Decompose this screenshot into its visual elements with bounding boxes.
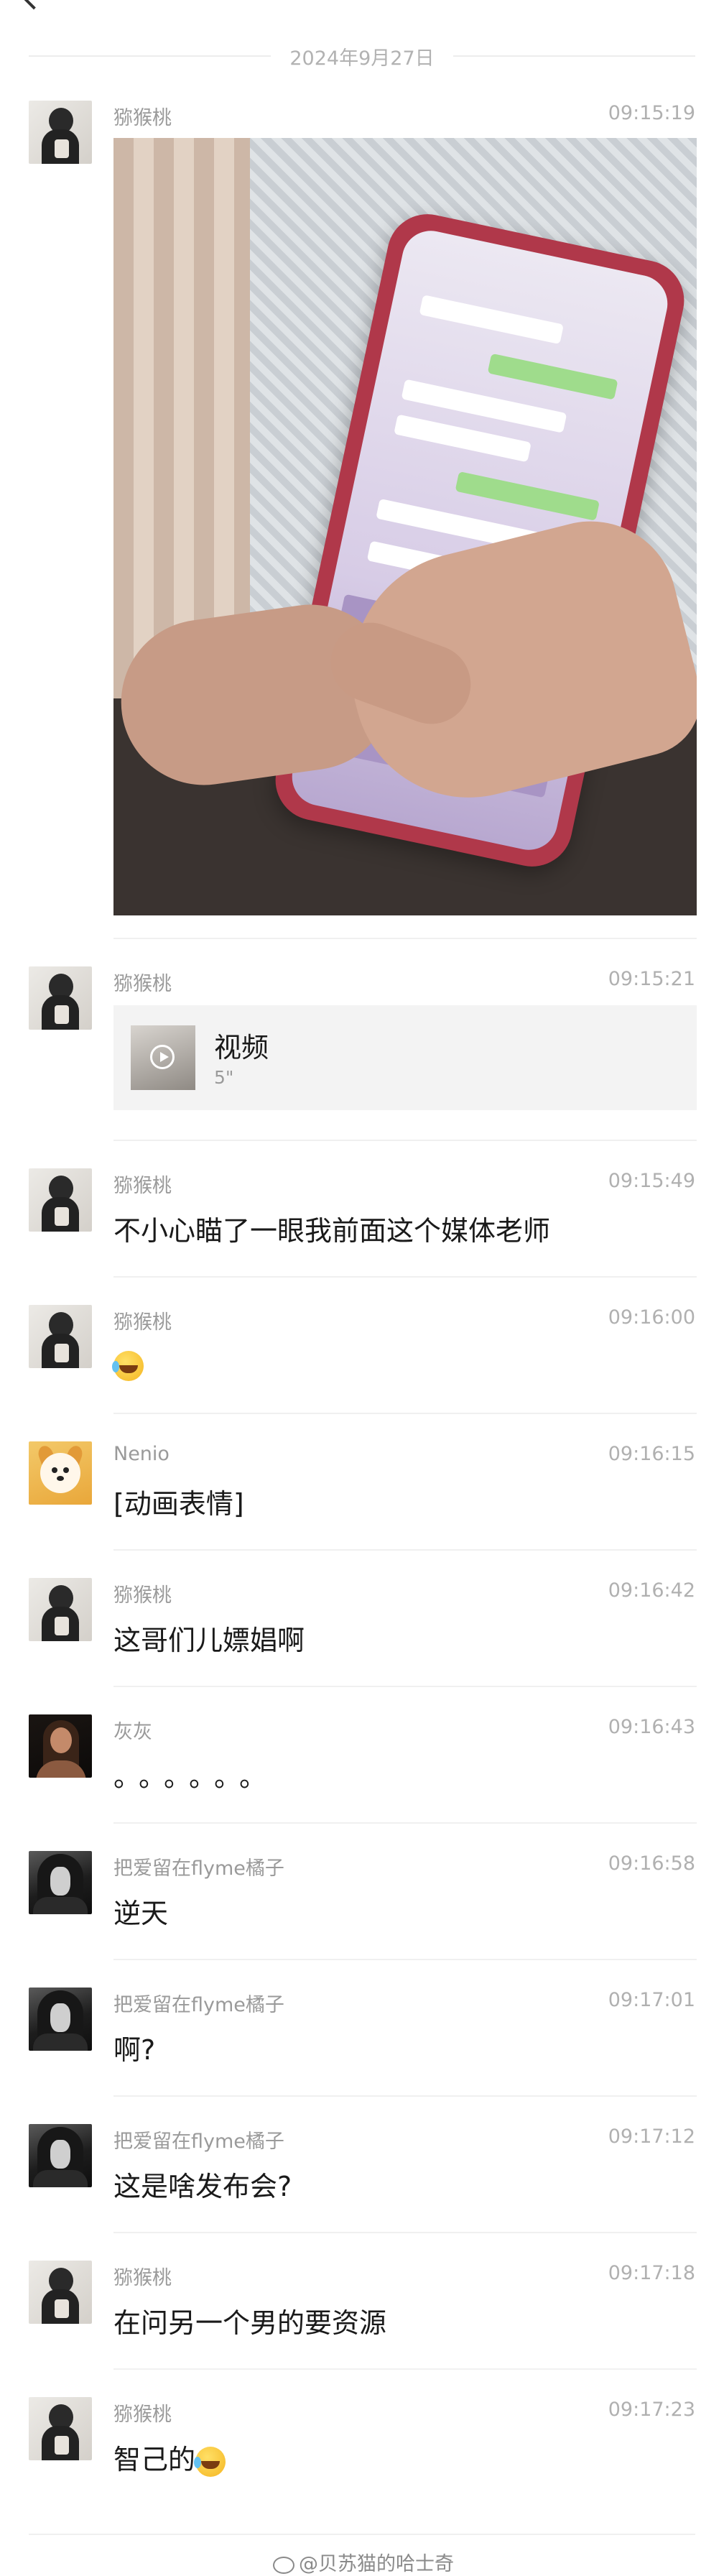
message-item: 把爱留在flyme橘子 09:17:12 这是啥发布会?: [0, 2095, 724, 2232]
message-time: 09:16:42: [608, 1579, 695, 1602]
back-icon[interactable]: [20, 0, 47, 10]
message-time: 09:15:21: [608, 968, 695, 990]
sender-name: Nenio: [113, 1443, 170, 1465]
message-text: 在问另一个男的要资源: [113, 2307, 387, 2339]
date-label: 2024年9月27日: [289, 47, 435, 70]
message-text: 这哥们儿嫖娼啊: [113, 1625, 305, 1656]
message-time: 09:16:00: [608, 1306, 695, 1329]
message-text: [112, 1348, 144, 1381]
sender-name: 猕猴桃: [113, 1175, 172, 1197]
avatar[interactable]: [29, 1168, 92, 1232]
message-time: 09:15:49: [608, 1170, 695, 1192]
divider: [29, 2534, 695, 2535]
video-card[interactable]: 视频 5": [113, 1005, 697, 1110]
play-icon: [150, 1045, 175, 1069]
message-text: 。。。。。。: [113, 1761, 279, 1793]
message-text: 智己的: [113, 2437, 226, 2477]
message-time: 09:17:23: [608, 2399, 695, 2421]
message-text-content: 智己的: [113, 2444, 196, 2475]
avatar[interactable]: [29, 1851, 92, 1914]
sender-name: 把爱留在flyme橘子: [113, 1994, 284, 2016]
sender-name: 猕猴桃: [113, 2404, 172, 2426]
weibo-icon: [273, 2556, 294, 2574]
message-time: 09:16:43: [608, 1716, 695, 1738]
avatar[interactable]: [29, 966, 92, 1030]
message-item: 把爱留在flyme橘子 09:17:01 啊?: [0, 1959, 724, 2095]
message-item: 猕猴桃 09:15:19: [0, 93, 724, 927]
avatar[interactable]: [29, 1441, 92, 1505]
message-text: [动画表情]: [113, 1488, 244, 1520]
avatar[interactable]: [29, 2397, 92, 2460]
sender-name: 把爱留在flyme橘子: [113, 1857, 284, 1880]
avatar[interactable]: [29, 1988, 92, 2051]
sender-name: 把爱留在flyme橘子: [113, 2130, 284, 2153]
message-item: 猕猴桃 09:15:21 视频 5": [0, 938, 724, 1125]
laugh-cry-emoji-icon: [112, 1350, 144, 1381]
message-item: 猕猴桃 09:17:23 智己的: [0, 2368, 724, 2512]
message-text: 这是啥发布会?: [113, 2171, 292, 2202]
message-item: 猕猴桃 09:17:18 在问另一个男的要资源: [0, 2232, 724, 2368]
message-time: 09:15:19: [608, 102, 695, 124]
video-title: 视频: [214, 1032, 269, 1063]
video-duration: 5": [214, 1067, 234, 1088]
avatar[interactable]: [29, 101, 92, 164]
video-thumbnail: [131, 1025, 195, 1090]
message-time: 09:17:01: [608, 1989, 695, 2011]
avatar[interactable]: [29, 1305, 92, 1368]
avatar[interactable]: [29, 2124, 92, 2187]
watermark-text: @贝苏猫的哈士奇: [299, 2553, 454, 2575]
sender-name: 猕猴桃: [113, 973, 172, 995]
message-text: 不小心瞄了一眼我前面这个媒体老师: [113, 1215, 551, 1247]
message-item: Nenio 09:16:15 [动画表情]: [0, 1413, 724, 1549]
message-time: 09:17:18: [608, 2262, 695, 2284]
message-item: 把爱留在flyme橘子 09:16:58 逆天: [0, 1822, 724, 1959]
avatar[interactable]: [29, 1578, 92, 1641]
message-item: 猕猴桃 09:15:49 不小心瞄了一眼我前面这个媒体老师: [0, 1140, 724, 1276]
sender-name: 猕猴桃: [113, 1584, 172, 1607]
avatar[interactable]: [29, 1714, 92, 1778]
message-time: 09:16:58: [608, 1852, 695, 1875]
message-photo[interactable]: [113, 138, 697, 915]
laugh-cry-emoji-icon: [194, 2446, 226, 2477]
sender-name: 猕猴桃: [113, 1311, 172, 1334]
message-time: 09:17:12: [608, 2125, 695, 2148]
sender-name: 猕猴桃: [113, 107, 172, 129]
message-text: 啊?: [113, 2034, 156, 2066]
sender-name: 灰灰: [113, 1721, 152, 1743]
message-item: 灰灰 09:16:43 。。。。。。: [0, 1686, 724, 1822]
date-separator: 2024年9月27日: [29, 40, 695, 72]
message-time: 09:16:15: [608, 1443, 695, 1465]
sender-name: 猕猴桃: [113, 2267, 172, 2289]
message-text: 逆天: [113, 1898, 169, 1929]
message-item: 猕猴桃 09:16:42 这哥们儿嫖娼啊: [0, 1549, 724, 1686]
message-item: 猕猴桃 09:16:00: [0, 1276, 724, 1413]
avatar[interactable]: [29, 2261, 92, 2324]
watermark: @贝苏猫的哈士奇: [273, 2548, 454, 2576]
